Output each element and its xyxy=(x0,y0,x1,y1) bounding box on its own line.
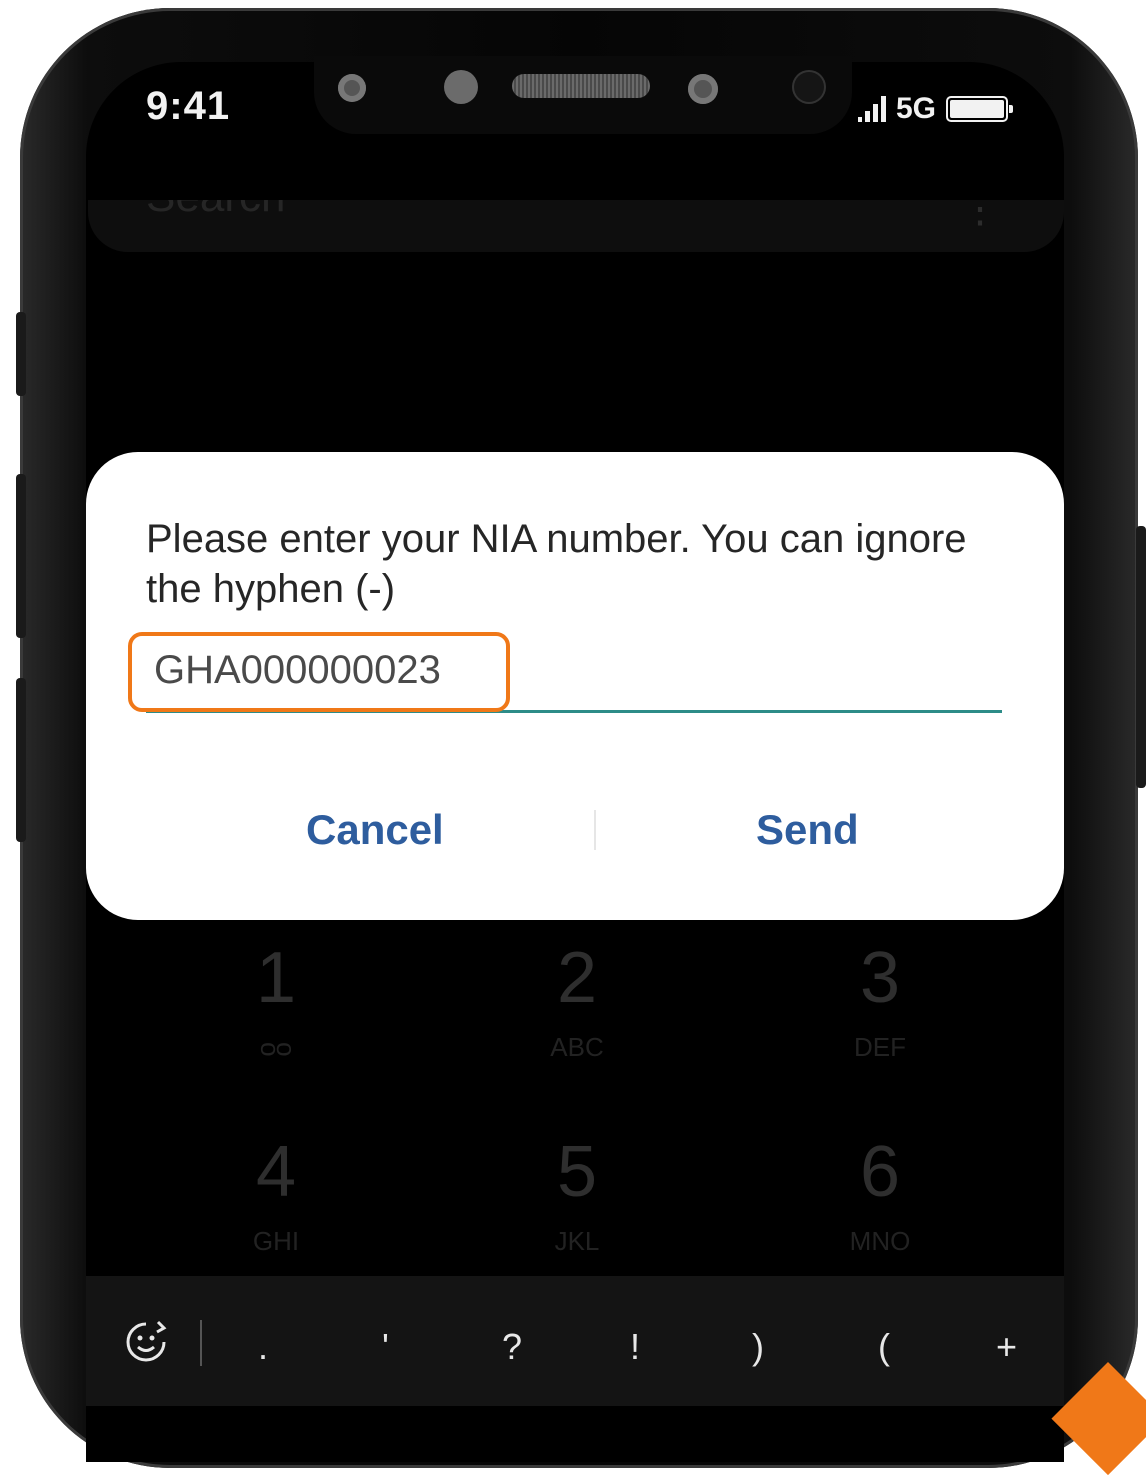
volume-button-bottom xyxy=(16,678,26,842)
key-2[interactable]: 2 ABC xyxy=(517,942,637,1063)
toolbar-divider xyxy=(200,1320,202,1366)
key-exclamation[interactable]: ! xyxy=(630,1326,640,1368)
battery-icon xyxy=(946,96,1014,122)
light-sensor-icon xyxy=(792,70,826,104)
front-camera-icon xyxy=(688,74,718,104)
volume-button-top xyxy=(16,312,26,396)
button-divider xyxy=(594,810,596,850)
key-6[interactable]: 6 MNO xyxy=(820,1136,940,1257)
key-number: 4 xyxy=(255,1132,297,1212)
proximity-sensor-icon xyxy=(444,70,478,104)
key-number: 5 xyxy=(556,1132,598,1212)
key-close-paren[interactable]: ) xyxy=(752,1326,764,1368)
cancel-button[interactable]: Cancel xyxy=(306,806,444,854)
key-apostrophe[interactable]: ' xyxy=(382,1326,389,1368)
key-plus[interactable]: + xyxy=(996,1326,1017,1368)
sensor-icon xyxy=(338,74,366,102)
power-button xyxy=(1136,526,1146,788)
key-letters: GHI xyxy=(252,1226,300,1256)
search-bar[interactable]: Search ⋮ xyxy=(88,200,1064,252)
key-1[interactable]: 1 ᴑᴑ xyxy=(216,942,336,1063)
key-number: 3 xyxy=(859,938,901,1018)
voicemail-icon: ᴑᴑ xyxy=(260,1032,292,1062)
key-letters: DEF xyxy=(854,1032,906,1062)
dialog-prompt: Please enter your NIA number. You can ig… xyxy=(146,517,967,611)
key-number: 6 xyxy=(859,1132,901,1212)
signal-icon xyxy=(858,96,886,122)
input-highlight xyxy=(128,632,510,712)
search-placeholder: Search xyxy=(146,200,285,222)
key-4[interactable]: 4 GHI xyxy=(216,1136,336,1257)
emoji-switch-icon[interactable] xyxy=(122,1318,170,1366)
key-5[interactable]: 5 JKL xyxy=(517,1136,637,1257)
send-button[interactable]: Send xyxy=(756,806,859,854)
network-type: 5G xyxy=(896,92,937,125)
key-number: 2 xyxy=(556,938,598,1018)
key-question[interactable]: ? xyxy=(502,1326,522,1368)
key-letters: JKL xyxy=(554,1226,600,1256)
key-letters: ABC xyxy=(550,1032,604,1062)
key-letters: MNO xyxy=(849,1226,911,1256)
status-indicators: 5G xyxy=(858,92,1014,126)
key-period[interactable]: . xyxy=(258,1326,268,1368)
status-time: 9:41 xyxy=(146,84,231,128)
keyboard-toolbar: . ' ? ! ) ( + xyxy=(86,1276,1064,1406)
key-open-paren[interactable]: ( xyxy=(878,1326,890,1368)
earpiece-speaker xyxy=(512,74,650,98)
key-number: 1 xyxy=(255,938,297,1018)
more-options-icon[interactable]: ⋮ xyxy=(960,200,1000,232)
key-3[interactable]: 3 DEF xyxy=(820,942,940,1063)
volume-button-middle xyxy=(16,474,26,638)
